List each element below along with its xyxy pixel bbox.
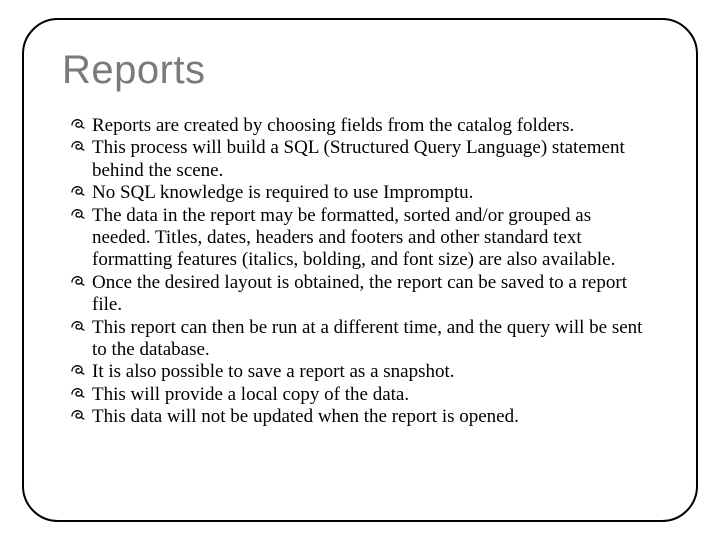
list-item: No SQL knowledge is required to use Impr… [70, 182, 654, 204]
swirl-bullet-icon [70, 274, 86, 290]
list-item-text: The data in the report may be formatted,… [92, 205, 615, 271]
swirl-bullet-icon [70, 319, 86, 335]
slide-title: Reports [62, 48, 658, 93]
list-item-text: It is also possible to save a report as … [92, 361, 455, 382]
swirl-bullet-icon [70, 184, 86, 200]
list-item-text: This process will build a SQL (Structure… [92, 137, 625, 180]
list-item: Once the desired layout is obtained, the… [70, 272, 654, 317]
list-item: This process will build a SQL (Structure… [70, 137, 654, 182]
list-item-text: This data will not be updated when the r… [92, 406, 519, 427]
bullet-list: Reports are created by choosing fields f… [62, 115, 658, 429]
slide-frame: Reports Reports are created by choosing … [22, 18, 698, 522]
list-item: This will provide a local copy of the da… [70, 384, 654, 406]
list-item-text: No SQL knowledge is required to use Impr… [92, 182, 473, 203]
list-item: This data will not be updated when the r… [70, 406, 654, 428]
list-item: It is also possible to save a report as … [70, 361, 654, 383]
list-item: Reports are created by choosing fields f… [70, 115, 654, 137]
swirl-bullet-icon [70, 207, 86, 223]
swirl-bullet-icon [70, 139, 86, 155]
list-item-text: This report can then be run at a differe… [92, 317, 642, 360]
list-item-text: This will provide a local copy of the da… [92, 384, 409, 405]
slide: Reports Reports are created by choosing … [0, 0, 720, 540]
swirl-bullet-icon [70, 117, 86, 133]
swirl-bullet-icon [70, 408, 86, 424]
list-item: The data in the report may be formatted,… [70, 205, 654, 272]
list-item-text: Once the desired layout is obtained, the… [92, 272, 627, 315]
list-item-text: Reports are created by choosing fields f… [92, 115, 574, 136]
swirl-bullet-icon [70, 386, 86, 402]
list-item: This report can then be run at a differe… [70, 317, 654, 362]
swirl-bullet-icon [70, 363, 86, 379]
